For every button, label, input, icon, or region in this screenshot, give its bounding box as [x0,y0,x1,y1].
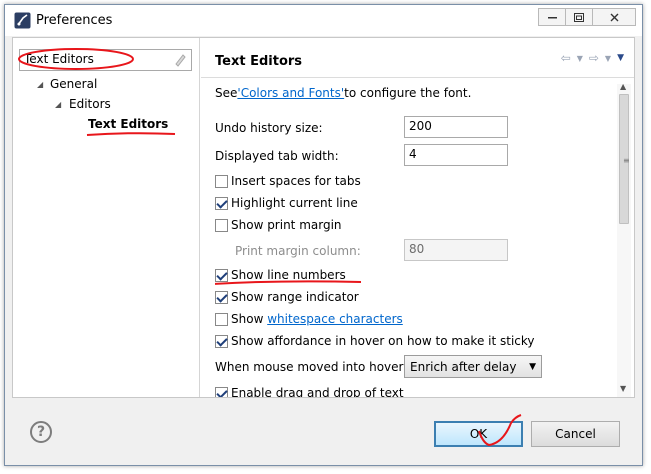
window-title: Preferences [36,13,113,28]
tab-width-input[interactable]: 4 [404,144,508,166]
print-margin-checkbox[interactable] [215,218,228,232]
page-body: See 'Colors and Fonts' to configure the … [215,84,613,397]
highlight-line-checkbox[interactable] [215,196,228,210]
page-title: Text Editors [215,54,303,69]
chevron-down-icon: ▼ [529,361,536,372]
vertical-scrollbar[interactable]: ▲ ≡ ▼ [617,82,631,397]
font-note: See 'Colors and Fonts' to configure the … [215,86,471,100]
scroll-up-icon[interactable]: ▲ [620,82,626,91]
tab-width-label: Displayed tab width: [215,149,339,163]
preferences-dialog: Preferences Text Editors ◢ General ◢ Edi… [4,4,643,466]
line-numbers-option[interactable]: Show line numbers [215,268,346,282]
print-margin-column-input: 80 [404,239,508,261]
filter-input[interactable]: Text Editors [19,49,192,71]
colors-and-fonts-link[interactable]: 'Colors and Fonts' [237,86,344,100]
print-margin-column-label: Print margin column: [235,244,361,258]
minimize-icon [547,16,557,18]
forward-dropdown-icon[interactable]: ▼ [605,54,611,63]
range-indicator-label: Show range indicator [231,290,359,304]
expand-arrow-icon[interactable]: ◢ [55,100,61,109]
highlight-line-label: Highlight current line [231,196,358,210]
insert-spaces-label: Insert spaces for tabs [231,174,361,188]
affordance-checkbox[interactable] [215,334,228,348]
range-indicator-option[interactable]: Show range indicator [215,290,359,304]
close-button[interactable] [592,8,636,26]
whitespace-prefix: Show [231,312,268,326]
restore-icon [574,12,584,22]
filter-text: Text Editors [24,52,94,66]
whitespace-option[interactable]: Show whitespace characters [215,312,403,326]
drag-drop-label: Enable drag and drop of text [231,386,404,397]
affordance-label: Show affordance in hover on how to make … [231,334,535,348]
page-header: Text Editors ⇦ ▼ ⇨ ▼ ▼ [201,38,634,78]
tree-item-text-editors[interactable]: Text Editors [88,117,168,131]
back-dropdown-icon[interactable]: ▼ [577,54,583,63]
back-arrow-icon[interactable]: ⇦ [561,51,571,65]
preference-page: Text Editors ⇦ ▼ ⇨ ▼ ▼ See 'Colors and F… [201,38,634,397]
undo-history-label: Undo history size: [215,121,323,135]
grip-icon: ≡ [623,156,630,165]
expand-arrow-icon[interactable]: ◢ [37,80,43,89]
tree-item-editors[interactable]: Editors [69,97,111,111]
scrollbar-thumb[interactable]: ≡ [619,94,630,224]
close-icon [610,13,618,21]
drag-drop-option[interactable]: Enable drag and drop of text [215,386,404,397]
insert-spaces-checkbox[interactable] [215,174,228,188]
dialog-footer: ? OK Cancel [5,399,642,465]
affordance-option[interactable]: Show affordance in hover on how to make … [215,334,535,348]
insert-spaces-option[interactable]: Insert spaces for tabs [215,174,361,188]
whitespace-characters-link[interactable]: whitespace characters [267,312,403,326]
print-margin-option[interactable]: Show print margin [215,218,342,232]
help-icon[interactable]: ? [30,421,52,443]
whitespace-checkbox[interactable] [215,312,228,326]
print-margin-label: Show print margin [231,218,342,232]
maximize-button[interactable] [565,8,593,26]
range-indicator-checkbox[interactable] [215,290,228,304]
font-note-prefix: See [215,86,238,100]
cancel-button[interactable]: Cancel [531,421,620,447]
minimize-button[interactable] [538,8,566,26]
window-controls [538,8,636,26]
scroll-down-icon[interactable]: ▼ [620,384,626,393]
eclipse-app-icon [14,12,31,29]
forward-arrow-icon[interactable]: ⇨ [589,51,599,65]
highlight-line-option[interactable]: Highlight current line [215,196,358,210]
font-note-suffix: to configure the font. [344,86,472,100]
hover-mode-select[interactable]: Enrich after delay ▼ [404,355,542,378]
tree-item-general[interactable]: General [50,77,97,91]
page-navigation: ⇦ ▼ ⇨ ▼ ▼ [561,51,624,65]
ok-button[interactable]: OK [434,421,523,447]
hover-mode-value: Enrich after delay [410,359,517,374]
line-numbers-checkbox[interactable] [215,268,228,282]
red-annotation-underline [86,132,176,136]
view-menu-icon[interactable]: ▼ [617,53,624,63]
preference-tree-panel: Text Editors ◢ General ◢ Editors Text Ed… [13,38,200,397]
clear-filter-icon[interactable] [173,53,187,67]
drag-drop-checkbox[interactable] [215,386,228,397]
title-bar: Preferences [5,5,642,36]
line-numbers-label: Show line numbers [231,268,346,282]
undo-history-input[interactable]: 200 [404,116,508,138]
dialog-content: Text Editors ◢ General ◢ Editors Text Ed… [12,37,635,398]
hover-label: When mouse moved into hover: [215,360,408,374]
